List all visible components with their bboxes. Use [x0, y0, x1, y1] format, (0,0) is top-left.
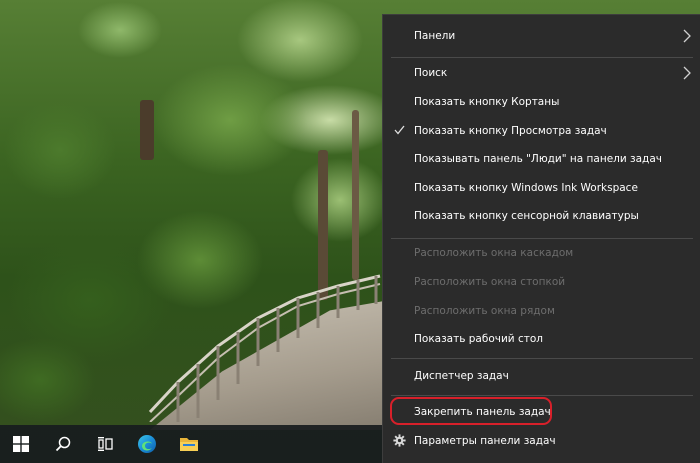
menu-item-side-by-side-windows: Расположить окна рядом — [383, 298, 700, 324]
task-view-icon — [98, 437, 113, 451]
menu-item-label: Поиск — [414, 67, 448, 79]
menu-item-label: Показать кнопку Кортаны — [414, 96, 560, 108]
menu-item-label: Параметры панели задач — [414, 435, 556, 447]
checkmark-icon — [394, 125, 405, 135]
menu-item-label: Панели — [414, 30, 456, 42]
menu-item-task-manager[interactable]: Диспетчер задач — [383, 363, 700, 389]
search-button[interactable] — [42, 425, 84, 463]
menu-item-show-task-view-button[interactable]: Показать кнопку Просмотра задач — [383, 118, 700, 144]
menu-item-label: Диспетчер задач — [414, 370, 509, 382]
search-icon — [55, 436, 71, 452]
menu-item-label: Показать рабочий стол — [414, 333, 543, 345]
menu-item-label: Расположить окна рядом — [414, 305, 555, 317]
menu-item-label: Показать кнопку сенсорной клавиатуры — [414, 210, 639, 222]
menu-item-cascade-windows: Расположить окна каскадом — [383, 240, 700, 266]
menu-item-show-desktop[interactable]: Показать рабочий стол — [383, 326, 700, 352]
menu-item-search[interactable]: Поиск — [383, 60, 700, 86]
tree-trunk — [140, 100, 154, 160]
menu-separator — [391, 238, 693, 239]
menu-separator — [391, 57, 693, 58]
menu-separator — [391, 395, 693, 396]
menu-item-label: Показать кнопку Просмотра задач — [414, 125, 607, 137]
menu-item-label: Расположить окна каскадом — [414, 247, 574, 259]
task-view-button[interactable] — [84, 425, 126, 463]
menu-item-show-ink-workspace[interactable]: Показать кнопку Windows Ink Workspace — [383, 175, 700, 201]
windows-logo-icon — [13, 436, 29, 452]
start-button[interactable] — [0, 425, 42, 463]
menu-item-label: Расположить окна стопкой — [414, 276, 566, 288]
menu-item-show-people[interactable]: Показывать панель "Люди" на панели задач — [383, 146, 700, 172]
tree-trunk — [352, 110, 359, 280]
chevron-right-icon — [683, 66, 691, 80]
menu-item-stack-windows: Расположить окна стопкой — [383, 269, 700, 295]
edge-button[interactable] — [126, 425, 168, 463]
edge-icon — [138, 435, 156, 453]
folder-icon — [180, 438, 198, 451]
chevron-right-icon — [683, 29, 691, 43]
menu-separator — [391, 358, 693, 359]
menu-item-show-touch-keyboard[interactable]: Показать кнопку сенсорной клавиатуры — [383, 203, 700, 229]
menu-item-label: Показать кнопку Windows Ink Workspace — [414, 182, 638, 194]
menu-item-label: Показывать панель "Люди" на панели задач — [414, 153, 662, 165]
menu-item-panels[interactable]: Панели — [383, 23, 700, 49]
highlight-ring-annotation — [390, 397, 552, 425]
taskbar-context-menu: Панели Поиск Показать кнопку Кортаны Пок… — [382, 14, 700, 463]
menu-item-taskbar-settings[interactable]: Параметры панели задач — [383, 428, 700, 454]
boardwalk-railing — [148, 274, 381, 422]
menu-item-show-cortana-button[interactable]: Показать кнопку Кортаны — [383, 89, 700, 115]
file-explorer-button[interactable] — [168, 425, 210, 463]
gear-icon — [393, 434, 406, 447]
